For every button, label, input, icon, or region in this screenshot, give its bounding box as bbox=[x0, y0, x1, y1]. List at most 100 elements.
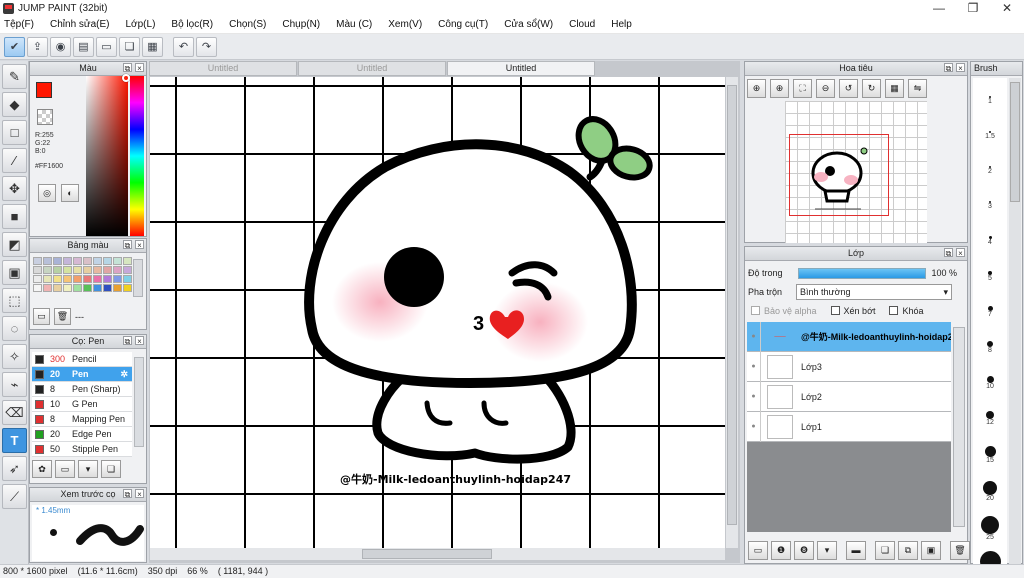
brush-size-item[interactable]: 1 bbox=[973, 96, 1007, 106]
select-rect-icon[interactable]: □ bbox=[2, 120, 27, 145]
vertical-scroll-thumb[interactable] bbox=[727, 85, 737, 525]
close-icon[interactable]: × bbox=[135, 489, 144, 499]
rotate-left-icon[interactable]: ↺ bbox=[839, 79, 858, 98]
menu-item[interactable]: Chụp(N) bbox=[282, 19, 320, 30]
undo-icon[interactable]: ↶ bbox=[173, 36, 194, 57]
menu-item[interactable]: Cloud bbox=[569, 19, 595, 30]
copy-icon[interactable]: ❏ bbox=[119, 36, 140, 57]
redo-icon[interactable]: ↷ bbox=[196, 36, 217, 57]
palette-swatch[interactable] bbox=[113, 266, 122, 274]
page-icon[interactable]: ▭ bbox=[96, 36, 117, 57]
palette-swatch[interactable] bbox=[93, 275, 102, 283]
palette-swatch[interactable] bbox=[83, 266, 92, 274]
color-picker-marker[interactable] bbox=[122, 74, 130, 82]
tab-untitled-3[interactable]: Untitled bbox=[447, 61, 595, 76]
brush-item[interactable]: 50 Stipple Pen bbox=[32, 442, 132, 457]
flip-icon[interactable]: ⇋ bbox=[908, 79, 927, 98]
layer-row[interactable]: ● Lớp1 bbox=[747, 411, 951, 442]
palette-swatch[interactable] bbox=[63, 275, 72, 283]
brush-item[interactable]: 20 Edge Pen bbox=[32, 427, 132, 442]
transparent-swatch[interactable] bbox=[37, 109, 53, 125]
palette-swatch[interactable] bbox=[93, 257, 102, 265]
drawing-canvas[interactable]: 3 @牛奶-Milk-ledoanthuylinh-hoidap247 bbox=[150, 77, 725, 548]
brush-scrollbar[interactable] bbox=[134, 357, 144, 447]
float-icon[interactable]: ⧉ bbox=[123, 63, 132, 73]
zoom-out-icon[interactable]: ⊖ bbox=[816, 79, 835, 98]
palette-swatch[interactable] bbox=[33, 266, 42, 274]
brush-size-item[interactable]: 10 bbox=[973, 376, 1007, 391]
close-icon[interactable]: × bbox=[956, 248, 965, 258]
brush-size-item[interactable]: 25 bbox=[973, 516, 1007, 542]
opacity-slider[interactable] bbox=[797, 267, 926, 279]
close-icon[interactable]: × bbox=[956, 63, 965, 73]
new-layer-1bit-icon[interactable]: ❶ bbox=[771, 541, 791, 560]
brush-menu-icon[interactable]: ▾ bbox=[78, 460, 98, 478]
palette-swatch[interactable] bbox=[33, 284, 42, 292]
protect-alpha-checkbox[interactable]: Bảo vệ alpha bbox=[751, 306, 817, 316]
palette-swatch[interactable] bbox=[63, 266, 72, 274]
zoom-in-icon[interactable]: ⊕ bbox=[747, 79, 766, 98]
palette-swatch[interactable] bbox=[103, 275, 112, 283]
blend-mode-select[interactable]: Bình thường bbox=[796, 284, 953, 300]
palette-swatch[interactable] bbox=[73, 257, 82, 265]
float-icon[interactable]: ⧉ bbox=[123, 240, 132, 250]
palette-swatch[interactable] bbox=[73, 275, 82, 283]
minimize-button[interactable]: — bbox=[922, 0, 956, 16]
hue-slider[interactable] bbox=[130, 76, 144, 236]
palette-swatch[interactable] bbox=[123, 266, 132, 274]
menu-item[interactable]: Công cụ(T) bbox=[438, 19, 488, 30]
visibility-icon[interactable]: ● bbox=[747, 321, 761, 352]
delete-layer-icon[interactable]: 🗑 bbox=[950, 541, 970, 560]
new-layer-icon[interactable]: ▭ bbox=[748, 541, 768, 560]
eraser-icon[interactable]: ◆ bbox=[2, 92, 27, 117]
grid-icon[interactable]: ▦ bbox=[142, 36, 163, 57]
move-icon[interactable]: ✥ bbox=[2, 176, 27, 201]
grid-icon[interactable]: ▦ bbox=[885, 79, 904, 98]
brush-size-item[interactable]: 2 bbox=[973, 166, 1007, 176]
zoom-plus-icon[interactable]: ⊕ bbox=[770, 79, 789, 98]
brush-item[interactable]: 10 G Pen bbox=[32, 397, 132, 412]
merge-layer-icon[interactable]: ⧉ bbox=[898, 541, 918, 560]
close-icon[interactable]: × bbox=[135, 63, 144, 73]
brush-settings-icon[interactable]: ✿ bbox=[32, 460, 52, 478]
palette-swatch[interactable] bbox=[123, 284, 132, 292]
brush-size-scrollbar[interactable] bbox=[1009, 78, 1021, 564]
menu-item[interactable]: Lớp(L) bbox=[126, 19, 156, 30]
brush-size-item[interactable]: 8 bbox=[973, 341, 1007, 355]
layer-row[interactable]: ● ── @牛奶-Milk-ledoanthuylinh-hoidap247 bbox=[747, 321, 951, 352]
float-icon[interactable]: ⧉ bbox=[944, 63, 953, 73]
eraser-tool-icon[interactable]: ⌫ bbox=[2, 400, 27, 425]
brush-size-item[interactable]: 7 bbox=[973, 306, 1007, 319]
bucket-icon[interactable]: ◩ bbox=[2, 232, 27, 257]
brush-size-item[interactable]: 12 bbox=[973, 411, 1007, 427]
palette-swatch[interactable] bbox=[63, 284, 72, 292]
menu-item[interactable]: Xem(V) bbox=[388, 19, 422, 30]
fill-brush-icon[interactable]: ⁄ bbox=[2, 148, 27, 173]
palette-swatch[interactable] bbox=[83, 275, 92, 283]
palette-swatch[interactable] bbox=[123, 257, 132, 265]
menu-item[interactable]: Chỉnh sửa(E) bbox=[50, 19, 110, 30]
new-palette-icon[interactable]: ▭ bbox=[33, 308, 50, 325]
new-brush-icon[interactable]: ▭ bbox=[55, 460, 75, 478]
palette-swatch[interactable] bbox=[123, 275, 132, 283]
palette-swatch[interactable] bbox=[73, 266, 82, 274]
brush-size-scroll-thumb[interactable] bbox=[1010, 82, 1020, 202]
color-palette-icon[interactable]: ◐ bbox=[61, 184, 79, 202]
color-wheel-icon[interactable]: ◎ bbox=[38, 184, 56, 202]
layer-row[interactable]: ● Lớp2 bbox=[747, 381, 951, 412]
palette-swatch[interactable] bbox=[73, 284, 82, 292]
palette-swatch[interactable] bbox=[43, 266, 52, 274]
palette-swatch[interactable] bbox=[33, 275, 42, 283]
palette-scrollbar[interactable] bbox=[133, 259, 143, 297]
palette-swatch[interactable] bbox=[113, 257, 122, 265]
brush-icon[interactable]: ✎ bbox=[2, 64, 27, 89]
saturation-value-picker[interactable] bbox=[86, 76, 128, 236]
palette-swatch[interactable] bbox=[103, 284, 112, 292]
chat-icon[interactable]: ▤ bbox=[73, 36, 94, 57]
palette-swatch[interactable] bbox=[53, 275, 62, 283]
palette-swatch[interactable] bbox=[103, 257, 112, 265]
palette-swatch[interactable] bbox=[53, 257, 62, 265]
float-icon[interactable]: ⧉ bbox=[944, 248, 953, 258]
clipping-checkbox[interactable]: Xén bớt bbox=[830, 306, 875, 316]
canvas-horizontal-scrollbar[interactable] bbox=[150, 548, 725, 560]
